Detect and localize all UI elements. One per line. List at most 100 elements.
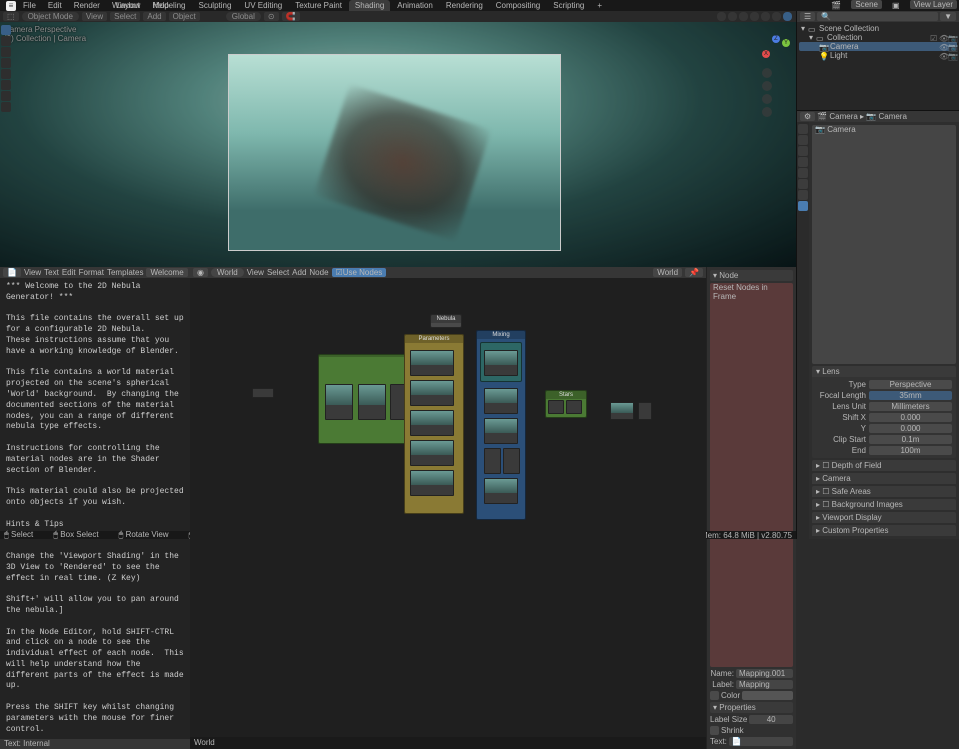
ns-name-field[interactable]: Mapping.001 [736, 669, 793, 678]
ns-color-swatch[interactable] [742, 691, 793, 700]
ol-filter-icon[interactable]: ▼ [940, 12, 956, 21]
ne-editor-type-icon[interactable]: ◉ [193, 268, 208, 277]
node-colorramp[interactable] [358, 384, 386, 420]
node-param-4[interactable] [410, 440, 454, 466]
render-icon[interactable]: 📷 [948, 43, 955, 50]
shiftx-field[interactable]: 0.000 [869, 413, 952, 422]
shading-matprev-icon[interactable] [772, 12, 781, 21]
pivot-icon[interactable]: ⊙ [264, 12, 279, 21]
camera-datablock[interactable]: 📷 Camera [812, 125, 956, 364]
shading-solid-icon[interactable] [761, 12, 770, 21]
te-menu-format[interactable]: Format [79, 268, 104, 277]
zoom-gizmo-icon[interactable] [762, 68, 772, 78]
tool-rotate-icon[interactable] [1, 58, 11, 68]
focal-field[interactable]: 35mm [869, 391, 952, 400]
te-menu-view[interactable]: View [24, 268, 41, 277]
ol-row-light[interactable]: 💡Light👁📷 [799, 51, 957, 60]
panel-safeareas-header[interactable]: ▸ ☐ Safe Areas [812, 486, 956, 497]
tool-measure-icon[interactable] [1, 102, 11, 112]
menu-file[interactable]: File [18, 1, 41, 10]
prtab-constraints-icon[interactable] [798, 190, 808, 200]
ns-node-header[interactable]: ▾ Node [710, 270, 793, 281]
clipstart-field[interactable]: 0.1m [869, 435, 952, 444]
vp-menu-select[interactable]: Select [110, 12, 140, 21]
ne-world-slot[interactable]: World [653, 268, 682, 277]
orientation-selector[interactable]: Global [226, 12, 261, 21]
panel-vpdisplay-header[interactable]: ▸ Viewport Display [812, 512, 956, 523]
ns-reset-button[interactable]: Reset Nodes in Frame [710, 283, 793, 667]
node-mix-1[interactable] [484, 350, 518, 376]
menu-edit[interactable]: Edit [43, 1, 67, 10]
prtab-render-icon[interactable] [798, 124, 808, 134]
tab-rendering[interactable]: Rendering [440, 0, 489, 11]
camera-gizmo-icon[interactable] [762, 94, 772, 104]
tab-texturepaint[interactable]: Texture Paint [289, 0, 348, 11]
node-mix-6[interactable] [484, 478, 518, 504]
node-mix-2[interactable] [484, 388, 518, 414]
node-stars-1[interactable] [548, 400, 564, 414]
unit-field[interactable]: Millimeters [869, 402, 952, 411]
exclude-icon[interactable]: ☑ [930, 34, 937, 41]
ne-pin-icon[interactable]: 📌 [685, 268, 703, 277]
tool-select-icon[interactable] [1, 25, 11, 35]
tab-uvediting[interactable]: UV Editing [238, 0, 288, 11]
ol-row-collection[interactable]: ▾▭Collection☑👁📷 [799, 33, 957, 42]
pr-editor-type-icon[interactable]: ⚙ [800, 112, 815, 121]
menu-render[interactable]: Render [69, 1, 105, 10]
outliner-body[interactable]: ▾▭Scene Collection ▾▭Collection☑👁📷 📷Came… [797, 22, 959, 62]
pan-gizmo-icon[interactable] [762, 81, 772, 91]
ol-search[interactable]: 🔍 [817, 12, 938, 21]
tool-annotate-icon[interactable] [1, 91, 11, 101]
prtab-world-icon[interactable] [798, 168, 808, 178]
panel-camera-header[interactable]: ▸ Camera [812, 473, 956, 484]
node-param-2[interactable] [410, 380, 454, 406]
panel-custom-header[interactable]: ▸ Custom Properties [812, 525, 956, 536]
tool-cursor-icon[interactable] [1, 36, 11, 46]
te-menu-text[interactable]: Text [44, 268, 59, 277]
tool-transform-icon[interactable] [1, 80, 11, 90]
eye-icon[interactable]: 👁 [939, 43, 946, 50]
node-mix-4[interactable] [484, 448, 501, 474]
panel-dof-header[interactable]: ▸ ☐ Depth of Field [812, 460, 956, 471]
ol-editor-type-icon[interactable]: ☰ [800, 12, 815, 21]
tab-sculpting[interactable]: Sculpting [193, 0, 238, 11]
node-stars-2[interactable] [566, 400, 582, 414]
ol-row-camera[interactable]: 📷Camera👁📷 [799, 42, 957, 51]
type-field[interactable]: Perspective [869, 380, 952, 389]
text-editor-body[interactable]: *** Welcome to the 2D Nebula Generator! … [0, 278, 190, 739]
panel-lens-header[interactable]: ▾ Lens [812, 366, 956, 377]
te-editor-type-icon[interactable]: 📄 [3, 268, 21, 277]
vp-menu-object[interactable]: Object [169, 12, 200, 21]
snap-icon[interactable]: 🧲 [282, 12, 300, 21]
node-mix-5[interactable] [503, 448, 520, 474]
shifty-field[interactable]: 0.000 [869, 424, 952, 433]
tab-layout[interactable]: Layout [110, 0, 146, 11]
ns-labelsize-field[interactable]: 40 [749, 715, 793, 724]
tab-add[interactable]: + [591, 0, 608, 11]
ns-props-header[interactable]: ▾ Properties [710, 702, 793, 713]
vp-menu-view[interactable]: View [82, 12, 107, 21]
panel-bgimages-header[interactable]: ▸ ☐ Background Images [812, 499, 956, 510]
scene-selector[interactable]: Scene [851, 0, 882, 9]
use-nodes-toggle[interactable]: ☑ Use Nodes [332, 268, 387, 277]
viewlayer-selector[interactable]: View Layer [910, 0, 957, 9]
nav-gizmo[interactable]: X Y Z [762, 35, 792, 65]
tab-compositing[interactable]: Compositing [490, 0, 546, 11]
prtab-scene-icon[interactable] [798, 157, 808, 167]
prtab-viewlayer-icon[interactable] [798, 146, 808, 156]
node-canvas[interactable]: Nebula Parameters Mixing [190, 278, 706, 737]
axis-x-icon[interactable]: X [762, 50, 770, 58]
shading-rendered-icon[interactable] [783, 12, 792, 21]
ns-text-field[interactable]: 📄 [729, 737, 793, 746]
tab-modeling[interactable]: Modeling [147, 0, 191, 11]
ns-color-checkbox[interactable] [710, 691, 719, 700]
te-menu-templates[interactable]: Templates [107, 268, 143, 277]
tab-animation[interactable]: Animation [391, 0, 439, 11]
gizmo-toggle-icon[interactable] [717, 12, 726, 21]
ns-shrink-checkbox[interactable] [710, 726, 719, 735]
mode-selector[interactable]: Object Mode [22, 12, 79, 21]
shading-wireframe-icon[interactable] [750, 12, 759, 21]
ns-label-field[interactable]: Mapping [736, 680, 793, 689]
ne-menu-view[interactable]: View [247, 268, 264, 277]
prtab-data-icon[interactable] [798, 201, 808, 211]
